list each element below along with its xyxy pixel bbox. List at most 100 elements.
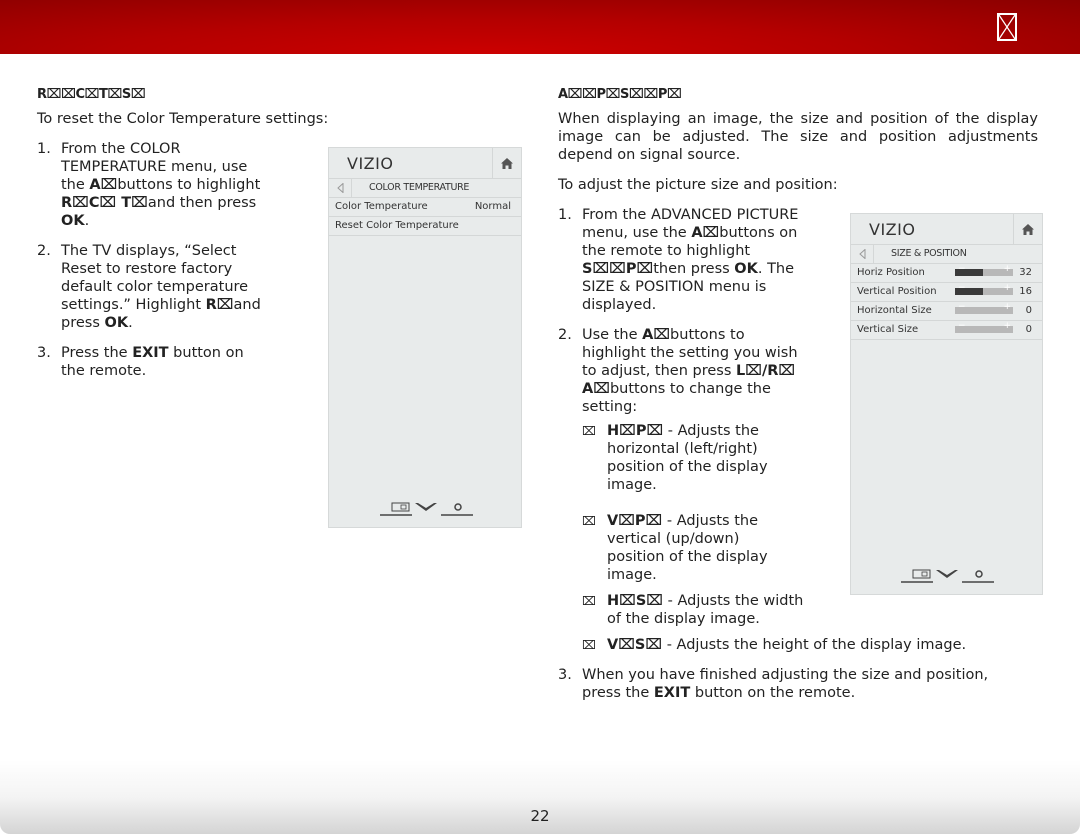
bullet-bold: V⌧S⌧ (607, 637, 663, 653)
tv-menu-subheader: SIZE & POSITION (851, 245, 1042, 264)
tv-menu-color-temperature: VIZIO COLOR TEMPERATURE Color Temperatur… (328, 147, 522, 528)
step-bold: A⌧ (89, 177, 118, 193)
bullet-horizontal-size: ⌧ H⌧S⌧ - Adjusts the width of the display… (582, 592, 817, 628)
tv-menu-item-horizontal-position[interactable]: Horiz Position − + 32 (851, 264, 1042, 283)
intro-text: To reset the Color Temperature settings: (37, 111, 329, 127)
menu-item-label: Color Temperature (335, 201, 428, 212)
chevron-down-icon (936, 570, 958, 578)
section-title: A⌧⌧P⌧S⌧⌧P⌧ (558, 87, 682, 102)
minus-icon: − (958, 264, 966, 274)
page-number: 22 (530, 807, 550, 825)
step-bold: OK (104, 315, 129, 331)
menu-item-label: Horiz Position (857, 267, 925, 278)
step-number: 3. (37, 345, 51, 361)
gear-icon (962, 570, 994, 583)
step-bold: R⌧ (205, 297, 234, 313)
tv-menu-item-reset-color-temperature[interactable]: Reset Color Temperature (329, 217, 521, 236)
bullet-horizontal-position: ⌧ H⌧P⌧ - Adjusts the horizontal (left/rig… (582, 422, 782, 494)
step-bold: EXIT (653, 685, 691, 701)
step-text: then press (653, 261, 735, 277)
step-text: and then press (147, 195, 257, 211)
step-number: 3. (558, 667, 572, 683)
step-number: 1. (558, 207, 572, 223)
step-text: buttons to highlight (117, 177, 261, 193)
bullet-bold: H⌧P⌧ (607, 423, 664, 439)
step-3: 3. When you have finished adjusting the s… (558, 666, 1022, 702)
step-bold: S⌧⌧P⌧ (582, 261, 654, 277)
wide-icon (380, 502, 412, 516)
chevron-down-icon (415, 503, 437, 511)
wide-icon (901, 569, 933, 583)
bullet-icon: ⌧ (582, 638, 596, 652)
step-1: 1. From the COLOR TEMPERATURE menu, use t… (37, 140, 272, 230)
plus-icon: + (1003, 302, 1011, 312)
page-header-bar (0, 0, 1080, 54)
tv-menu-header: VIZIO (851, 214, 1042, 245)
horizontal-size-slider[interactable]: − + (955, 302, 1013, 314)
tv-footer-icons (380, 502, 473, 516)
gear-icon (441, 503, 473, 516)
plus-icon: + (1003, 321, 1011, 331)
bullet-text: - Adjusts the height of the display imag… (662, 637, 967, 653)
step-number: 1. (37, 141, 51, 157)
step-number: 2. (558, 327, 572, 343)
bullet-vertical-size: ⌧ V⌧S⌧ - Adjusts the height of the displa… (582, 636, 1047, 654)
section-title: R⌧⌧C⌧T⌧S⌧ (37, 87, 146, 102)
tv-menu-title: COLOR TEMPERATURE (369, 182, 470, 193)
menu-item-value: Normal (474, 201, 511, 212)
bullet-bold: H⌧S⌧ (607, 593, 663, 609)
menu-item-value: 32 (1019, 267, 1032, 278)
tv-menu-footer (851, 566, 1042, 586)
tv-footer-icons (901, 569, 994, 583)
bullet-vertical-position: ⌧ V⌧P⌧ - Adjusts the vertical (up/down) p… (582, 512, 782, 584)
intro-text: When displaying an image, the size and p… (558, 111, 1038, 163)
step-text: Press the (61, 345, 133, 361)
tv-menu-title: SIZE & POSITION (891, 248, 967, 259)
step-1: 1. From the ADVANCED PICTURE menu, use th… (558, 206, 812, 314)
tv-menu-item-horizontal-size[interactable]: Horizontal Size − + 0 (851, 302, 1042, 321)
step-number: 2. (37, 243, 51, 259)
step-text: buttons to change the setting: (582, 381, 771, 415)
step-text: . (84, 213, 90, 229)
bullet-icon: ⌧ (582, 594, 596, 608)
menu-item-value: 0 (1025, 305, 1032, 316)
menu-item-value: 0 (1025, 324, 1032, 335)
home-icon[interactable] (1013, 214, 1042, 244)
horizontal-position-slider[interactable]: − + (955, 264, 1013, 276)
menu-item-label: Vertical Position (857, 286, 937, 297)
step-bold: R⌧C⌧ T⌧ (61, 195, 148, 211)
plus-icon: + (1003, 264, 1011, 274)
step-text: . (128, 315, 133, 331)
bullet-icon: ⌧ (582, 514, 596, 528)
minus-icon: − (958, 302, 966, 312)
vertical-size-slider[interactable]: − + (955, 321, 1013, 333)
menu-item-value: 16 (1019, 286, 1032, 297)
bullet-icon: ⌧ (582, 424, 596, 438)
menu-item-label: Reset Color Temperature (335, 220, 459, 231)
back-arrow-icon[interactable] (851, 245, 874, 263)
tv-menu-header: VIZIO (329, 148, 521, 179)
tv-menu-size-position: VIZIO SIZE & POSITION Horiz Position − + … (850, 213, 1043, 595)
back-arrow-icon[interactable] (329, 179, 352, 197)
minus-icon: − (958, 321, 966, 331)
step-bold: OK (734, 261, 758, 277)
step-text: button on the remote. (690, 685, 856, 701)
vizio-logo: VIZIO (347, 154, 394, 173)
minus-icon: − (958, 283, 966, 293)
tv-menu-item-vertical-position[interactable]: Vertical Position − + 16 (851, 283, 1042, 302)
step-3: 3. Press the EXIT button on the remote. (37, 344, 272, 380)
step-text: Use the (582, 327, 643, 343)
tv-menu-footer (329, 499, 521, 519)
tv-menu-item-color-temperature[interactable]: Color Temperature Normal (329, 198, 521, 217)
home-icon[interactable] (492, 148, 521, 178)
vertical-position-slider[interactable]: − + (955, 283, 1013, 295)
bullet-bold: V⌧P⌧ (607, 513, 663, 529)
tv-menu-item-vertical-size[interactable]: Vertical Size − + 0 (851, 321, 1042, 340)
plus-icon: + (1003, 283, 1011, 293)
step-bold: OK (61, 213, 85, 229)
step-bold: A⌧ (642, 327, 671, 343)
menu-item-label: Vertical Size (857, 324, 919, 335)
missing-glyph-box-icon (997, 13, 1017, 41)
reset-color-temperature-section: R⌧⌧C⌧T⌧S⌧ To reset the Color Temperature… (37, 86, 337, 392)
step-bold: A⌧ (691, 225, 720, 241)
